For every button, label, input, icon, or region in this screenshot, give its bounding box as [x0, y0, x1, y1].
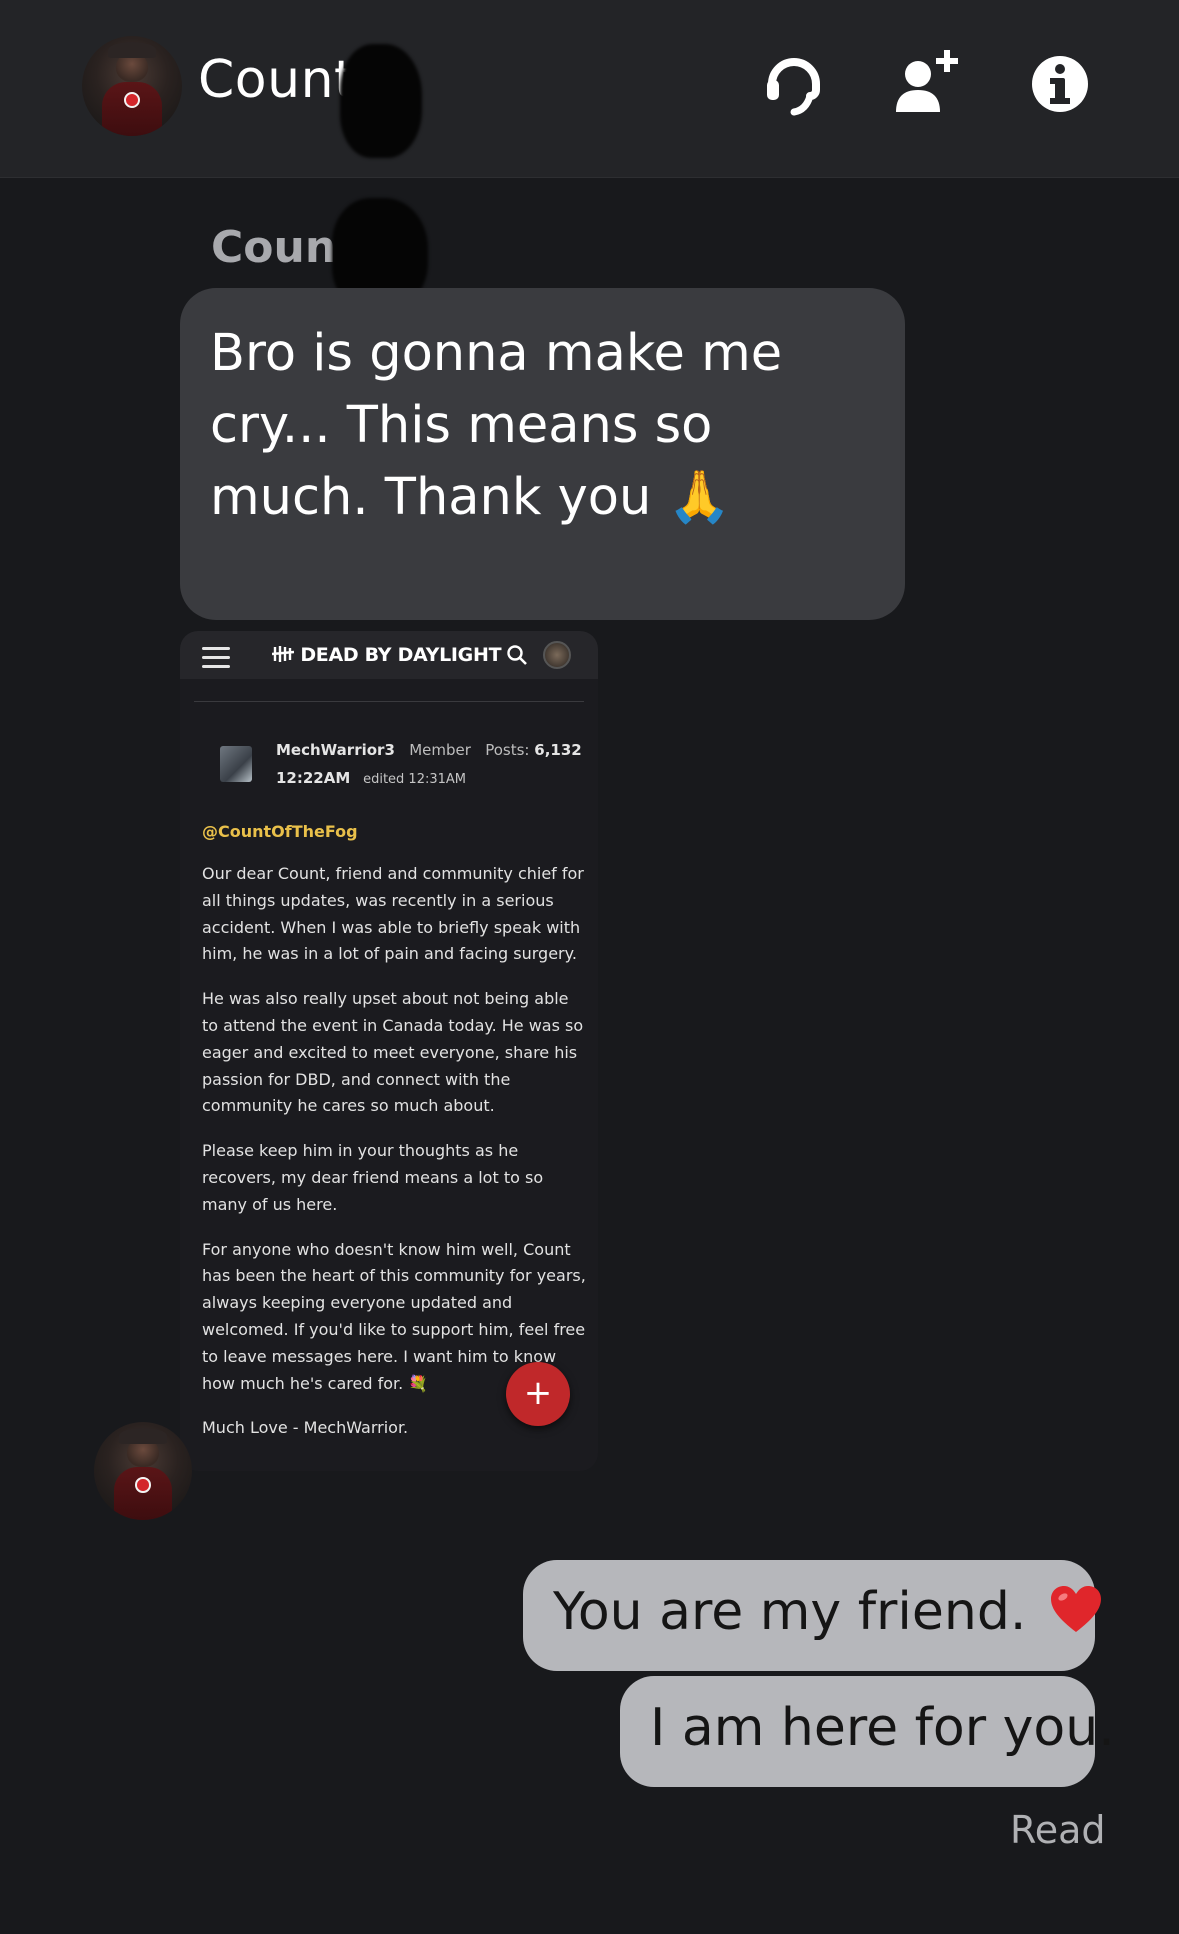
read-receipt: Read	[1010, 1808, 1106, 1852]
outgoing-message-bubble[interactable]: I am here for you.	[620, 1676, 1115, 1787]
divider	[194, 701, 584, 702]
poster-username: MechWarrior3	[276, 741, 395, 759]
forum-site-title: DEAD BY DAYLIGHT	[300, 644, 502, 666]
poster-avatar	[220, 746, 252, 782]
voice-chat-icon[interactable]	[754, 44, 834, 124]
attached-screenshot[interactable]: DEAD BY DAYLIGHT MechWarrior3 Member Pos…	[180, 631, 598, 1471]
sender-avatar[interactable]	[94, 1422, 192, 1520]
search-icon	[505, 643, 529, 667]
claw-logo-icon	[271, 646, 295, 662]
post-paragraph: Please keep him in your thoughts as he r…	[202, 1141, 544, 1214]
hamburger-icon	[202, 647, 230, 668]
post-edited: edited 12:31AM	[363, 772, 466, 787]
posts-count: 6,132	[534, 741, 582, 759]
add-friend-icon[interactable]	[886, 44, 966, 124]
post-paragraph: Our dear Count, friend and community chi…	[202, 864, 584, 964]
outgoing-message-text: You are my friend.	[553, 1582, 1027, 1642]
forum-user-avatar	[543, 641, 571, 669]
poster-role: Member	[409, 741, 471, 759]
chat-header: Count	[0, 0, 1179, 178]
post-paragraph: He was also really upset about not being…	[202, 989, 584, 1116]
post-time: 12:22AM	[276, 769, 351, 787]
contact-avatar[interactable]	[82, 36, 182, 136]
post-time-row: 12:22AM edited 12:31AM	[276, 769, 466, 787]
contact-name[interactable]: Count	[198, 50, 355, 110]
posts-label: Posts:	[485, 741, 530, 759]
info-icon[interactable]	[1020, 44, 1100, 124]
redaction-mark	[340, 44, 422, 158]
forum-logo: DEAD BY DAYLIGHT	[271, 644, 502, 666]
outgoing-message-bubble[interactable]: You are my friend.	[523, 1560, 1101, 1671]
add-fab-button: +	[506, 1362, 570, 1426]
post-meta: MechWarrior3 Member Posts: 6,132	[276, 741, 582, 759]
forum-topbar: DEAD BY DAYLIGHT	[180, 631, 598, 679]
heart-icon	[1050, 1586, 1101, 1632]
incoming-message-text: Bro is gonna make me cry... This means s…	[210, 324, 783, 527]
incoming-message-bubble[interactable]: Bro is gonna make me cry... This means s…	[180, 288, 905, 620]
outgoing-message-text: I am here for you.	[650, 1698, 1115, 1758]
post-mention: @CountOfTheFog	[202, 822, 358, 841]
